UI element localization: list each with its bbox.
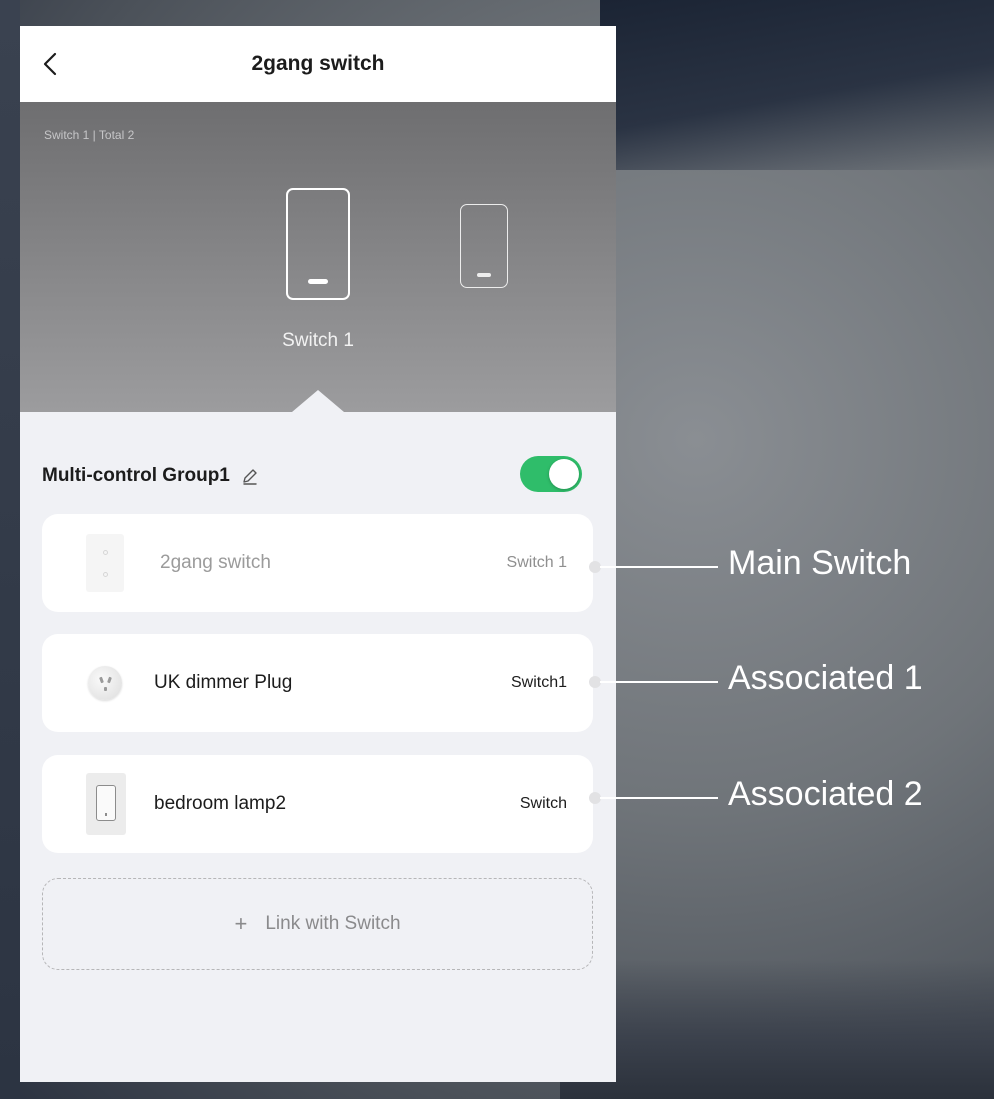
device-name: UK dimmer Plug [154, 672, 293, 693]
switch-indicator [477, 273, 491, 277]
switch-indicator [308, 279, 328, 284]
nav-bar: 2gang switch [20, 26, 616, 102]
device-channel: Switch 1 [506, 554, 567, 571]
device-name: bedroom lamp2 [154, 793, 287, 814]
annotation-associated-1: Associated 1 [728, 659, 923, 697]
device-channel: Switch1 [510, 674, 567, 691]
selection-pointer [292, 390, 344, 412]
two-gang-switch-icon [86, 534, 124, 592]
link-button-label: Link with Switch [265, 913, 401, 934]
toggle-knob [549, 459, 579, 489]
background-shadow [560, 960, 994, 1099]
device-channel: Switch [519, 795, 567, 812]
group-header: Multi-control Group1 [42, 462, 260, 490]
phone-screen: 2gang switch Switch 1 | Total 2 Switch 1… [20, 26, 616, 1082]
group-title: Multi-control Group1 [42, 465, 230, 486]
annotation-line [600, 797, 718, 799]
selected-switch-label: Switch 1 [282, 330, 354, 351]
switch-selector: Switch 1 | Total 2 Switch 1 [20, 102, 616, 412]
annotation-associated-2: Associated 2 [728, 775, 923, 813]
device-row-associated-1[interactable]: UK dimmer Plug Switch1 [42, 634, 593, 732]
annotation-line [600, 681, 718, 683]
background-edge [0, 0, 20, 1099]
annotation-line [600, 566, 718, 568]
device-name: 2gang switch [160, 552, 271, 573]
device-row-main[interactable]: 2gang switch Switch 1 [42, 514, 593, 612]
annotation-main-switch: Main Switch [728, 544, 912, 582]
switch-2-card[interactable] [460, 204, 508, 288]
switch-count-caption: Switch 1 | Total 2 [44, 128, 135, 142]
plus-icon: + [234, 911, 248, 936]
uk-plug-icon [88, 666, 122, 700]
device-row-associated-2[interactable]: bedroom lamp2 Switch [42, 755, 593, 853]
pencil-icon[interactable] [240, 466, 260, 486]
switch-1-card[interactable] [286, 188, 350, 300]
background-sky [600, 0, 994, 170]
single-switch-icon [86, 773, 126, 835]
page-title: 2gang switch [251, 52, 385, 75]
group-enable-toggle[interactable] [520, 456, 582, 492]
link-with-switch-button[interactable]: + Link with Switch [42, 878, 593, 970]
